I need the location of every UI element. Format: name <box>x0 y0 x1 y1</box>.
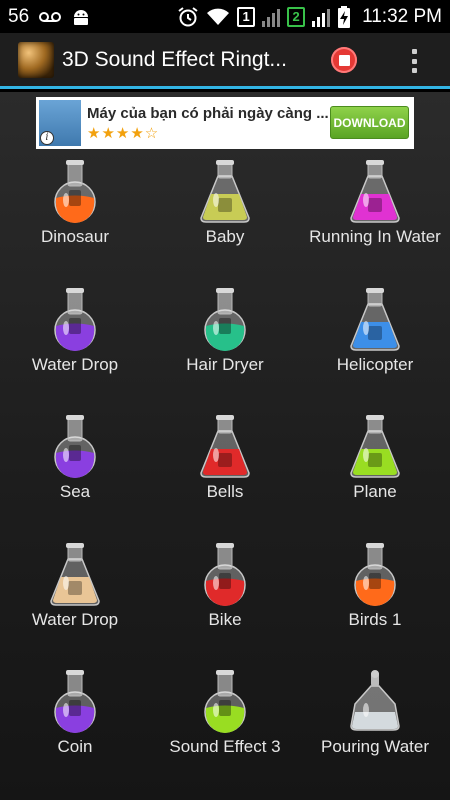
sound-item[interactable]: Bells <box>150 415 300 502</box>
sound-item[interactable]: Dinosaur <box>0 160 150 247</box>
status-bar: 56 1 2 11:32 PM <box>0 0 450 33</box>
signal-bars-icon <box>262 6 281 28</box>
flask-icon <box>300 160 450 224</box>
sound-label: Sea <box>59 482 91 501</box>
flask-icon <box>150 160 300 224</box>
flask-icon <box>0 160 150 224</box>
app-icon[interactable] <box>18 41 54 78</box>
sound-label: Birds 1 <box>348 609 402 629</box>
battery-charging-icon <box>337 5 351 28</box>
sound-label: Baby <box>205 227 245 246</box>
sound-item[interactable]: Water Drop <box>0 542 150 630</box>
stop-icon <box>338 54 350 66</box>
flask-icon <box>300 670 450 734</box>
sound-label: Helicopter <box>336 354 414 374</box>
sound-label: Coin <box>57 737 93 756</box>
sound-label: Sound Effect 3 <box>169 737 281 756</box>
flask-icon <box>150 415 300 479</box>
ad-thumbnail: i <box>39 100 81 146</box>
sound-label: Water Drop <box>31 609 119 629</box>
sound-item[interactable]: Hair Dryer <box>150 287 300 375</box>
sound-label: Water Drop <box>31 354 119 374</box>
flask-icon <box>150 287 300 352</box>
ad-title: Máy của bạn có phải ngày càng ... <box>87 104 329 122</box>
main-content: i Máy của bạn có phải ngày càng ... ★★★★… <box>0 92 450 800</box>
sound-item[interactable]: Bike <box>150 542 300 630</box>
signal-number: 56 <box>8 5 30 27</box>
sound-item[interactable]: Pouring Water <box>300 670 450 757</box>
sound-label: Hair Dryer <box>186 354 264 374</box>
signal-bars-icon <box>312 6 331 28</box>
sound-item[interactable]: Helicopter <box>300 287 450 375</box>
ad-download-button[interactable]: DOWNLOAD <box>330 106 409 139</box>
sound-item[interactable]: Coin <box>0 670 150 757</box>
overflow-menu-button[interactable] <box>404 45 424 77</box>
flask-icon <box>300 287 450 352</box>
sound-item[interactable]: Running In Water <box>300 160 450 247</box>
sound-item[interactable]: Baby <box>150 160 300 247</box>
sound-label: Plane <box>353 482 397 501</box>
alarm-icon <box>177 6 199 28</box>
stop-record-button[interactable] <box>331 47 357 73</box>
action-bar: 3D Sound Effect Ringt... <box>0 33 450 89</box>
flask-icon <box>300 415 450 479</box>
sound-item[interactable]: Sea <box>0 415 150 502</box>
flask-icon <box>0 415 150 479</box>
flask-icon <box>300 542 450 607</box>
app-title: 3D Sound Effect Ringt... <box>62 47 287 71</box>
sound-label: Bike <box>208 609 242 629</box>
flask-icon <box>150 670 300 734</box>
sound-item[interactable]: Plane <box>300 415 450 502</box>
flask-icon <box>150 542 300 607</box>
voicemail-icon <box>39 6 62 28</box>
flask-icon <box>0 670 150 734</box>
flask-icon <box>0 542 150 607</box>
sound-item[interactable]: Sound Effect 3 <box>150 670 300 757</box>
sim2-badge: 2 <box>287 6 306 27</box>
wifi-icon <box>206 6 230 28</box>
sound-label: Dinosaur <box>40 227 110 246</box>
sound-label: Pouring Water <box>320 737 430 756</box>
sim1-badge: 1 <box>237 6 256 27</box>
ad-banner[interactable]: i Máy của bạn có phải ngày càng ... ★★★★… <box>36 97 414 149</box>
info-icon[interactable]: i <box>40 131 54 145</box>
android-icon <box>71 6 91 28</box>
sound-item[interactable]: Birds 1 <box>300 542 450 630</box>
flask-icon <box>0 287 150 352</box>
sound-label: Bells <box>206 482 244 501</box>
sound-item[interactable]: Water Drop <box>0 287 150 375</box>
sound-label: Running In Water <box>309 227 441 246</box>
ad-rating-stars: ★★★★☆ <box>87 124 160 142</box>
clock: 11:32 PM <box>362 5 442 27</box>
